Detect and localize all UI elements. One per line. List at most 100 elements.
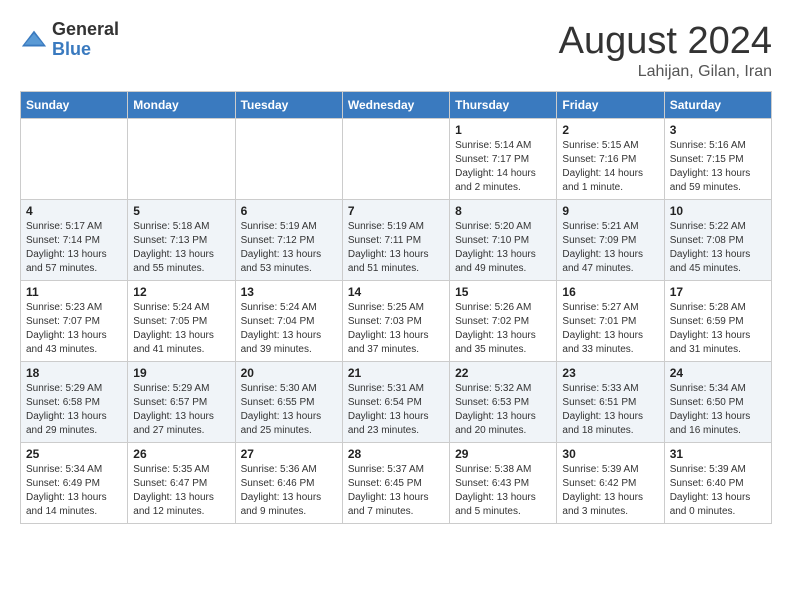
day-number: 15 [455, 285, 551, 299]
day-cell: 29Sunrise: 5:38 AM Sunset: 6:43 PM Dayli… [450, 443, 557, 524]
day-cell: 17 Sunrise: 5:28 AM Sunset: 6:59 PM Dayli… [664, 281, 771, 362]
day-number: 3 [670, 123, 766, 137]
day-number: 22 [455, 366, 551, 380]
day-number: 13 [241, 285, 337, 299]
day-number: 30 [562, 447, 658, 461]
day-info: Sunrise: 5:39 AM Sunset: 6:40 PM Dayligh… [670, 463, 766, 519]
day-info: Sunrise: 5:33 AM Sunset: 6:51 PM Dayligh… [562, 382, 658, 438]
day-cell [235, 119, 342, 200]
day-number: 26 [133, 447, 229, 461]
day-info: Sunrise: 5:22 AM Sunset: 7:08 PM Dayligh… [670, 220, 766, 276]
day-cell: 6Sunrise: 5:19 AM Sunset: 7:12 PM Daylig… [235, 200, 342, 281]
day-number: 24 [670, 366, 766, 380]
day-cell: 7Sunrise: 5:19 AM Sunset: 7:11 PM Daylig… [342, 200, 449, 281]
day-info: Sunrise: 5:29 AM Sunset: 6:57 PM Dayligh… [133, 382, 229, 438]
column-header-sunday: Sunday [21, 92, 128, 119]
day-cell: 12 Sunrise: 5:24 AM Sunset: 7:05 PM Dayli… [128, 281, 235, 362]
day-number: 17 [670, 285, 766, 299]
day-info: Sunrise: 5:24 AM Sunset: 7:04 PM Dayligh… [241, 301, 337, 357]
day-number: 25 [26, 447, 122, 461]
day-info: Sunrise: 5:20 AM Sunset: 7:10 PM Dayligh… [455, 220, 551, 276]
day-info: Sunrise: 5:31 AM Sunset: 6:54 PM Dayligh… [348, 382, 444, 438]
day-number: 14 [348, 285, 444, 299]
day-info: Sunrise: 5:24 AM Sunset: 7:05 PM Dayligh… [133, 301, 229, 357]
day-number: 11 [26, 285, 122, 299]
day-cell: 24 Sunrise: 5:34 AM Sunset: 6:50 PM Dayli… [664, 362, 771, 443]
day-cell: 16Sunrise: 5:27 AM Sunset: 7:01 PM Dayli… [557, 281, 664, 362]
day-cell: 26Sunrise: 5:35 AM Sunset: 6:47 PM Dayli… [128, 443, 235, 524]
day-number: 8 [455, 204, 551, 218]
column-header-friday: Friday [557, 92, 664, 119]
day-cell: 14 Sunrise: 5:25 AM Sunset: 7:03 PM Dayli… [342, 281, 449, 362]
day-info: Sunrise: 5:39 AM Sunset: 6:42 PM Dayligh… [562, 463, 658, 519]
day-cell: 30 Sunrise: 5:39 AM Sunset: 6:42 PM Dayli… [557, 443, 664, 524]
day-number: 20 [241, 366, 337, 380]
week-row-3: 11 Sunrise: 5:23 AM Sunset: 7:07 PM Dayli… [21, 281, 772, 362]
day-cell: 5 Sunrise: 5:18 AM Sunset: 7:13 PM Daylig… [128, 200, 235, 281]
week-row-2: 4 Sunrise: 5:17 AM Sunset: 7:14 PM Daylig… [21, 200, 772, 281]
calendar-location: Lahijan, Gilan, Iran [559, 63, 772, 81]
day-cell: 3Sunrise: 5:16 AM Sunset: 7:15 PM Daylig… [664, 119, 771, 200]
column-header-tuesday: Tuesday [235, 92, 342, 119]
column-header-wednesday: Wednesday [342, 92, 449, 119]
day-info: Sunrise: 5:14 AM Sunset: 7:17 PM Dayligh… [455, 139, 551, 195]
day-info: Sunrise: 5:15 AM Sunset: 7:16 PM Dayligh… [562, 139, 658, 195]
day-info: Sunrise: 5:34 AM Sunset: 6:49 PM Dayligh… [26, 463, 122, 519]
day-cell: 15 Sunrise: 5:26 AM Sunset: 7:02 PM Dayli… [450, 281, 557, 362]
logo-icon [20, 26, 48, 54]
day-info: Sunrise: 5:34 AM Sunset: 6:50 PM Dayligh… [670, 382, 766, 438]
day-cell: 10Sunrise: 5:22 AM Sunset: 7:08 PM Dayli… [664, 200, 771, 281]
day-info: Sunrise: 5:25 AM Sunset: 7:03 PM Dayligh… [348, 301, 444, 357]
day-info: Sunrise: 5:28 AM Sunset: 6:59 PM Dayligh… [670, 301, 766, 357]
day-number: 21 [348, 366, 444, 380]
day-cell [128, 119, 235, 200]
page-header: General Blue August 2024 Lahijan, Gilan,… [20, 20, 772, 81]
logo-text: General Blue [52, 20, 119, 60]
day-info: Sunrise: 5:30 AM Sunset: 6:55 PM Dayligh… [241, 382, 337, 438]
day-number: 4 [26, 204, 122, 218]
day-info: Sunrise: 5:36 AM Sunset: 6:46 PM Dayligh… [241, 463, 337, 519]
day-info: Sunrise: 5:26 AM Sunset: 7:02 PM Dayligh… [455, 301, 551, 357]
day-number: 1 [455, 123, 551, 137]
day-cell: 27 Sunrise: 5:36 AM Sunset: 6:46 PM Dayli… [235, 443, 342, 524]
day-number: 19 [133, 366, 229, 380]
day-number: 7 [348, 204, 444, 218]
day-number: 12 [133, 285, 229, 299]
week-row-4: 18Sunrise: 5:29 AM Sunset: 6:58 PM Dayli… [21, 362, 772, 443]
day-cell: 23 Sunrise: 5:33 AM Sunset: 6:51 PM Dayli… [557, 362, 664, 443]
day-cell: 28Sunrise: 5:37 AM Sunset: 6:45 PM Dayli… [342, 443, 449, 524]
day-info: Sunrise: 5:32 AM Sunset: 6:53 PM Dayligh… [455, 382, 551, 438]
day-cell: 18Sunrise: 5:29 AM Sunset: 6:58 PM Dayli… [21, 362, 128, 443]
day-cell: 1 Sunrise: 5:14 AM Sunset: 7:17 PM Daylig… [450, 119, 557, 200]
day-cell: 31 Sunrise: 5:39 AM Sunset: 6:40 PM Dayli… [664, 443, 771, 524]
day-cell [21, 119, 128, 200]
logo-general: General [52, 20, 119, 40]
calendar-title: August 2024 [559, 20, 772, 63]
day-number: 9 [562, 204, 658, 218]
day-number: 29 [455, 447, 551, 461]
day-info: Sunrise: 5:21 AM Sunset: 7:09 PM Dayligh… [562, 220, 658, 276]
day-cell: 22 Sunrise: 5:32 AM Sunset: 6:53 PM Dayli… [450, 362, 557, 443]
day-number: 28 [348, 447, 444, 461]
day-info: Sunrise: 5:17 AM Sunset: 7:14 PM Dayligh… [26, 220, 122, 276]
day-cell: 21 Sunrise: 5:31 AM Sunset: 6:54 PM Dayli… [342, 362, 449, 443]
day-number: 18 [26, 366, 122, 380]
day-number: 5 [133, 204, 229, 218]
logo-blue: Blue [52, 40, 119, 60]
day-cell: 20 Sunrise: 5:30 AM Sunset: 6:55 PM Dayli… [235, 362, 342, 443]
header-row: SundayMondayTuesdayWednesdayThursdayFrid… [21, 92, 772, 119]
column-header-saturday: Saturday [664, 92, 771, 119]
day-cell: 8 Sunrise: 5:20 AM Sunset: 7:10 PM Daylig… [450, 200, 557, 281]
day-info: Sunrise: 5:23 AM Sunset: 7:07 PM Dayligh… [26, 301, 122, 357]
day-cell: 11 Sunrise: 5:23 AM Sunset: 7:07 PM Dayli… [21, 281, 128, 362]
day-number: 31 [670, 447, 766, 461]
day-cell: 2Sunrise: 5:15 AM Sunset: 7:16 PM Daylig… [557, 119, 664, 200]
logo: General Blue [20, 20, 119, 60]
day-cell [342, 119, 449, 200]
day-info: Sunrise: 5:18 AM Sunset: 7:13 PM Dayligh… [133, 220, 229, 276]
day-number: 23 [562, 366, 658, 380]
day-cell: 4 Sunrise: 5:17 AM Sunset: 7:14 PM Daylig… [21, 200, 128, 281]
title-block: August 2024 Lahijan, Gilan, Iran [559, 20, 772, 81]
day-number: 27 [241, 447, 337, 461]
day-cell: 9 Sunrise: 5:21 AM Sunset: 7:09 PM Daylig… [557, 200, 664, 281]
